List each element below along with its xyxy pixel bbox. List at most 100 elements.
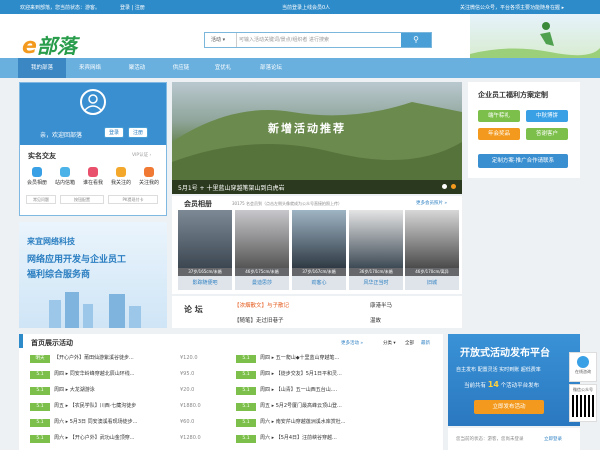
login-register-link[interactable]: 登录 | 注册 (120, 4, 145, 11)
nav-forum[interactable]: 部落论坛 (246, 58, 296, 78)
welfare-btn-2[interactable]: 中秋博饼 (526, 110, 568, 122)
date-tag: 5.1 (30, 435, 50, 443)
nav-gifts[interactable]: 宜优礼 (202, 58, 244, 78)
followers-button[interactable]: 关注我的 (134, 167, 164, 186)
activity-row[interactable]: 明天 【开心户外】莆田仙游紫溪谷徒步... (30, 352, 230, 364)
online-count: 当前登录上线会员0人 (282, 5, 331, 11)
date-tag: 5.1 (30, 371, 50, 379)
activity-price: ¥60.0 (180, 419, 195, 425)
mail-icon (60, 167, 70, 177)
user-panel: 亲，欢迎回部落 登录 注册 实名交友 VIP认证 › 会员相册 站内信箱 谁在看… (19, 82, 167, 216)
activity-slideshow[interactable]: 新增活动推荐 5月1号 + 十里蓝山穿越笔架山到白虎岩 (172, 82, 462, 194)
company-ad[interactable]: 来宜网络科技 网络应用开发与企业员工 福利综合服务商 (19, 222, 167, 328)
album-title: 会员相册 (184, 200, 212, 208)
eye-icon (88, 167, 98, 177)
forum-item-2[interactable]: 康港半马 (370, 301, 392, 309)
welfare-btn-1[interactable]: 端午粽礼 (478, 110, 520, 122)
withdraw-tag[interactable]: PK提现付卡 (108, 195, 158, 204)
welfare-contact-button[interactable]: 定制方案·推广合作请联系 (478, 154, 568, 168)
activity-row[interactable]: 5.1 周六 ▸ 【5月4日】汪前峡谷穿越... (236, 432, 436, 444)
activity-row[interactable]: 5.1 周五 ▸ 5月2号厦门最高峰云顶山登... (236, 400, 436, 412)
filter-all[interactable]: 全部 (405, 340, 414, 346)
activity-row[interactable]: 5.1 周六 ▸ 5月3日 同安澳溪看现场徒步... (30, 416, 230, 428)
slide-image (172, 102, 462, 194)
album-item-5[interactable]: 46岁/170cm/离异 旧城 (405, 210, 459, 290)
member-album-button[interactable]: 会员相册 (22, 167, 52, 186)
album-more-link[interactable]: 更多会员照片 » (416, 200, 447, 206)
star-icon (144, 167, 154, 177)
activities-title: 首页展示活动 (31, 339, 73, 347)
activity-row[interactable]: 5.1 周四 ▸ 五一爬山◆十里蓝山穿越笔... (236, 352, 436, 364)
vip-link[interactable]: VIP认证 › (132, 152, 151, 158)
album-item-4[interactable]: 36岁/170cm/未婚 风华正当时 (349, 210, 403, 290)
date-tag: 5.1 (236, 371, 256, 379)
publish-button[interactable]: 立即发布活动 (474, 400, 544, 414)
date-tag: 5.1 (236, 387, 256, 395)
date-tag: 5.1 (30, 403, 50, 411)
date-tag: 明天 (30, 355, 50, 363)
register-button[interactable]: 注册 (128, 127, 148, 138)
activities-more[interactable]: 更多活动 » (341, 340, 363, 346)
activity-row[interactable]: 5.1 周四 ▸ 大龙湖游泳 (30, 384, 230, 396)
online-consult[interactable]: 在线咨询 (569, 352, 597, 382)
filter-category[interactable]: 分类 ▾ (383, 340, 396, 346)
search-input[interactable]: 可输入活动关键词/景点/组织者 进行搜索 (239, 33, 399, 47)
album-item-3[interactable]: 37岁/167cm/未婚 劲客心 (292, 210, 346, 290)
chat-icon (577, 356, 589, 368)
following-button[interactable]: 我关注的 (106, 167, 136, 186)
search-icon: ⚲ (413, 35, 419, 44)
login-button[interactable]: 登录 (104, 127, 124, 138)
greeting: 亲，欢迎回部落 (40, 132, 83, 139)
publish-panel: 开放式活动发布平台 自主发布 配置灵活 实时到账 超低费率 当前共有 14 个活… (448, 334, 580, 426)
nav-supply-chain[interactable]: 供应链 (160, 58, 202, 78)
nav-guest-network[interactable]: 来宾网络 (68, 58, 112, 78)
faq-tag[interactable]: 常见问题 (26, 195, 56, 204)
activity-price: ¥1280.0 (180, 435, 201, 441)
album-item-2[interactable]: 46岁/175cm/未婚 曼迪思莎 (235, 210, 289, 290)
date-tag: 5.1 (236, 435, 256, 443)
date-tag: 5.1 (236, 355, 256, 363)
album-sub: 30175 名会员到（点击左侧头像就成为公众号直接拍照上传） (232, 201, 342, 206)
welfare-btn-3[interactable]: 年会奖品 (478, 128, 520, 140)
slide-caption[interactable]: 5月1号 + 十里蓝山穿越笔架山到白虎岩 (178, 183, 284, 192)
inbox-button[interactable]: 站内信箱 (50, 167, 80, 186)
user-header: 亲，欢迎回部落 登录 注册 (20, 83, 166, 145)
friends-section-title: 实名交友 (28, 152, 56, 160)
header-banner-image (470, 14, 600, 58)
city-illustration (49, 292, 141, 328)
tip-login-link[interactable]: 立即登录 (544, 436, 562, 442)
forum-item-4[interactable]: 温故 (370, 316, 381, 324)
slide-dot-2[interactable] (451, 184, 456, 189)
who-viewed-button[interactable]: 谁在看我 (78, 167, 108, 186)
top-bar: 欢迎来到部落，您当前状态：游客。 登录 | 注册 当前登录上线会员0人 关注微信… (0, 0, 600, 14)
avatar-icon[interactable] (80, 89, 106, 115)
activity-price: ¥20.0 (180, 387, 195, 393)
album-item-1[interactable]: 37岁/165cm/未婚 影踪随便吧 (178, 210, 232, 290)
publish-stat: 当前共有 14 个活动平台发布 (464, 380, 540, 389)
logo[interactable]: e部落 (22, 30, 77, 59)
activity-row[interactable]: 5.1 周四 ▸ 【山青】五一山西五台山.... (236, 384, 436, 396)
forum-item-3[interactable]: 【随笔】走过旧巷子 (234, 316, 284, 324)
activity-price: ¥95.0 (180, 371, 195, 377)
filter-latest[interactable]: 最新 (421, 340, 430, 346)
config-tag[interactable]: 按钮配置 (60, 195, 104, 204)
nav-my-tribe[interactable]: 我的部落 (18, 58, 66, 78)
activity-row[interactable]: 5.1 周四 ▸ 同安华岭峰穿越北辰山环线... (30, 368, 230, 380)
album-icon (32, 167, 42, 177)
activity-row[interactable]: 5.1 周四 ▸ 【徒步交友】5月1日平和灵... (236, 368, 436, 380)
forum-item-1[interactable]: 【浓烟散文】与子散记 (234, 301, 289, 309)
slide-dot-1[interactable] (442, 184, 447, 189)
nav-activities[interactable]: 聚活动 (116, 58, 158, 78)
wechat-follow-link[interactable]: 关注微信公众号，平台各项主要功能随身在握 ▸ (460, 4, 564, 11)
search-button[interactable]: ⚲ (401, 33, 431, 47)
wechat-qr[interactable]: 微信公众号 (569, 384, 597, 422)
publish-title: 开放式活动发布平台 (460, 348, 550, 359)
qr-code-icon (572, 395, 594, 417)
slide-title: 新增活动推荐 (268, 122, 346, 135)
date-tag: 5.1 (30, 419, 50, 427)
ad-line2: 福利综合服务商 (27, 270, 91, 280)
activity-row[interactable]: 5.1 周六 ▸ 南安芹山穿越莲洲溪水库赏杜... (236, 416, 436, 428)
activity-price: ¥1880.0 (180, 403, 201, 409)
search-category-select[interactable]: 活动 ▾ (205, 33, 237, 47)
welfare-btn-4[interactable]: 答谢客户 (526, 128, 568, 140)
